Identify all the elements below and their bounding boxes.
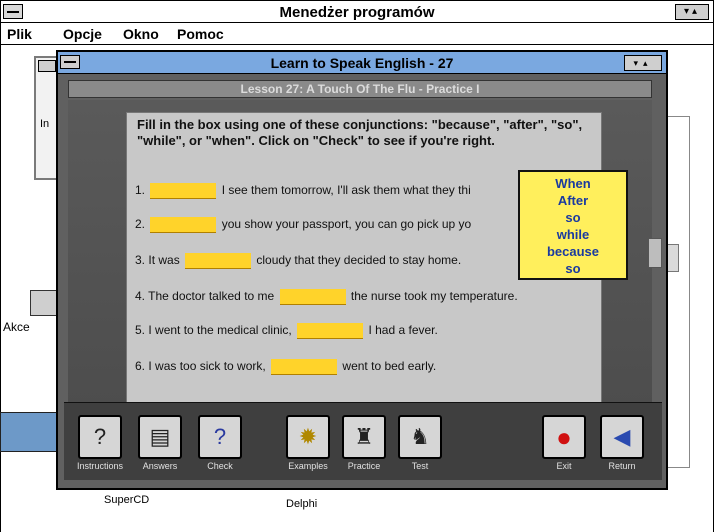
group-label: In: [40, 118, 50, 130]
supercd-label[interactable]: SuperCD: [104, 494, 149, 506]
word-while[interactable]: while: [520, 226, 626, 243]
group-system-menu-icon[interactable]: [38, 60, 56, 72]
exit-button[interactable]: ●: [542, 415, 586, 459]
menu-opcje[interactable]: Opcje: [63, 26, 102, 42]
lesson-bar: Lesson 27: A Touch Of The Flu - Practice…: [68, 80, 652, 98]
exit-icon: ●: [556, 422, 572, 452]
practice-icon: ♜: [354, 424, 374, 449]
word-so[interactable]: so: [520, 209, 626, 226]
sentence-1: 1. I see them tomorrow, I'll ask them wh…: [135, 183, 471, 199]
answer-blank-6[interactable]: [271, 359, 338, 375]
program-manager-titlebar: Menedżer programów ▾▴: [1, 1, 713, 23]
window-title: Menedżer programów: [279, 4, 435, 21]
sentence-4: 4. The doctor talked to me the nurse too…: [135, 289, 518, 305]
app-titlebar: Learn to Speak English - 27 ▾▴: [58, 52, 666, 74]
word-when[interactable]: When: [520, 175, 626, 192]
examples-button[interactable]: ✹: [286, 415, 330, 459]
sentence-3: 3. It was cloudy that they decided to st…: [135, 253, 462, 269]
scrollbar-thumb[interactable]: [648, 238, 662, 268]
practice-button[interactable]: ♜: [342, 415, 386, 459]
minimized-window-strip[interactable]: [0, 412, 62, 452]
check-label: Check: [207, 461, 233, 471]
answer-blank-2[interactable]: [150, 217, 217, 233]
answers-button[interactable]: ▤: [138, 415, 182, 459]
practice-label: Practice: [347, 461, 381, 471]
test-button[interactable]: ♞: [398, 415, 442, 459]
test-label: Test: [411, 461, 429, 471]
delphi-label[interactable]: Delphi: [286, 498, 317, 510]
minimize-maximize-buttons[interactable]: ▾▴: [675, 4, 709, 20]
exit-label: Exit: [556, 461, 572, 471]
examples-label: Examples: [288, 461, 328, 471]
toolbar: ? Instructions ▤ Answers ? Check ✹ Examp…: [64, 402, 662, 480]
accessories-label: Akce: [3, 320, 30, 334]
menu-okno[interactable]: Okno: [123, 26, 159, 42]
menu-plik[interactable]: Plik: [7, 26, 32, 42]
answer-blank-5[interactable]: [297, 323, 364, 339]
examples-icon: ✹: [298, 424, 318, 449]
test-icon: ♞: [410, 424, 430, 449]
lesson-title: Lesson 27: A Touch Of The Flu - Practice…: [240, 82, 480, 96]
sentence-6: 6. I was too sick to work, went to bed e…: [135, 359, 437, 375]
answer-blank-3[interactable]: [185, 253, 252, 269]
menu-pomoc[interactable]: Pomoc: [177, 26, 224, 42]
conjunction-word-box: When After so while because so: [518, 170, 628, 280]
answers-label: Answers: [142, 461, 178, 471]
return-label: Return: [608, 461, 636, 471]
accessories-group-icon[interactable]: [30, 290, 58, 316]
instructions-text: Fill in the box using one of these conju…: [137, 117, 583, 148]
app-title: Learn to Speak English - 27: [270, 55, 454, 71]
return-icon: ◀: [613, 424, 631, 449]
minimize-maximize-buttons[interactable]: ▾▴: [624, 55, 662, 71]
sentence-5: 5. I went to the medical clinic, I had a…: [135, 323, 438, 339]
instructions-label: Instructions: [76, 461, 124, 471]
instructions-icon: ?: [93, 424, 107, 449]
menu-bar: Plik Opcje Okno Pomoc: [1, 24, 713, 44]
word-after[interactable]: After: [520, 192, 626, 209]
word-because[interactable]: because: [520, 243, 626, 260]
word-so-2[interactable]: so: [520, 260, 626, 277]
answer-blank-1[interactable]: [150, 183, 217, 199]
check-button[interactable]: ?: [198, 415, 242, 459]
return-button[interactable]: ◀: [600, 415, 644, 459]
instructions-button[interactable]: ?: [78, 415, 122, 459]
answer-blank-4[interactable]: [279, 289, 346, 305]
sentence-2: 2. you show your passport, you can go pi…: [135, 217, 472, 233]
answers-icon: ▤: [149, 424, 171, 449]
check-icon: ?: [213, 424, 227, 449]
